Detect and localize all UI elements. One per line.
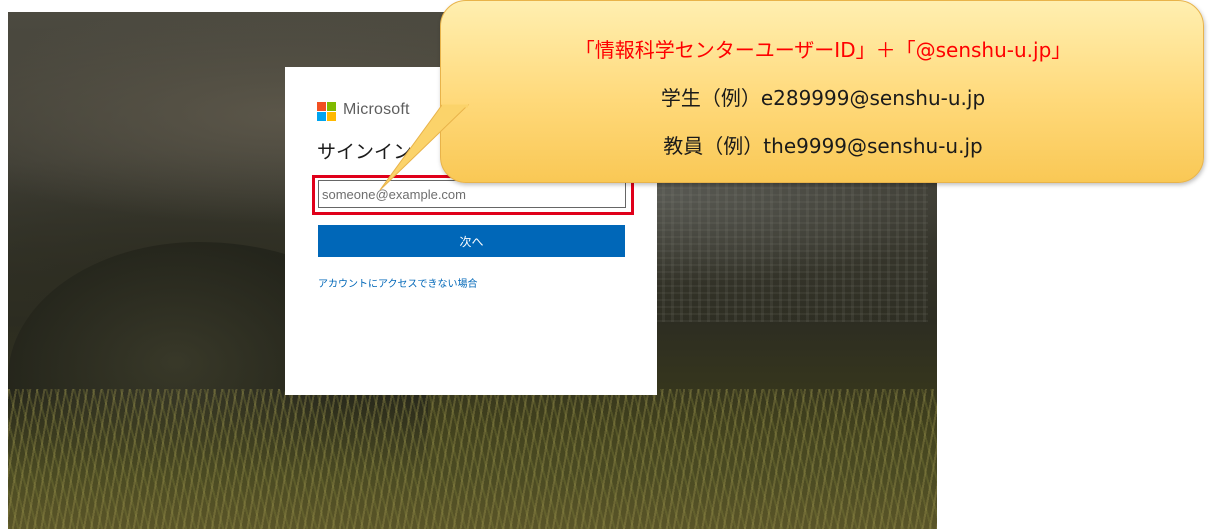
callout-student-example: 学生（例）e289999@senshu-u.jp bbox=[660, 86, 986, 110]
logo-yellow-square bbox=[327, 112, 336, 121]
microsoft-logo-icon bbox=[317, 102, 337, 122]
callout-faculty-example: 教員（例）the9999@senshu-u.jp bbox=[663, 134, 983, 158]
cant-access-account-link[interactable]: アカウントにアクセスできない場合 bbox=[318, 275, 478, 290]
callout-pointer bbox=[379, 104, 470, 191]
background-grass bbox=[8, 389, 937, 529]
email-input[interactable] bbox=[318, 180, 626, 208]
next-button[interactable]: 次へ bbox=[318, 225, 625, 257]
logo-green-square bbox=[327, 102, 336, 111]
screenshot-stage: Microsoft サインイン 次へ アカウントにアクセスできない場合 「情報科… bbox=[0, 0, 1213, 529]
logo-blue-square bbox=[317, 112, 326, 121]
instruction-callout: 「情報科学センターユーザーID」＋「@senshu-u.jp」 学生（例）e28… bbox=[440, 0, 1204, 183]
logo-red-square bbox=[317, 102, 326, 111]
callout-format-line: 「情報科学センターユーザーID」＋「@senshu-u.jp」 bbox=[574, 38, 1072, 62]
